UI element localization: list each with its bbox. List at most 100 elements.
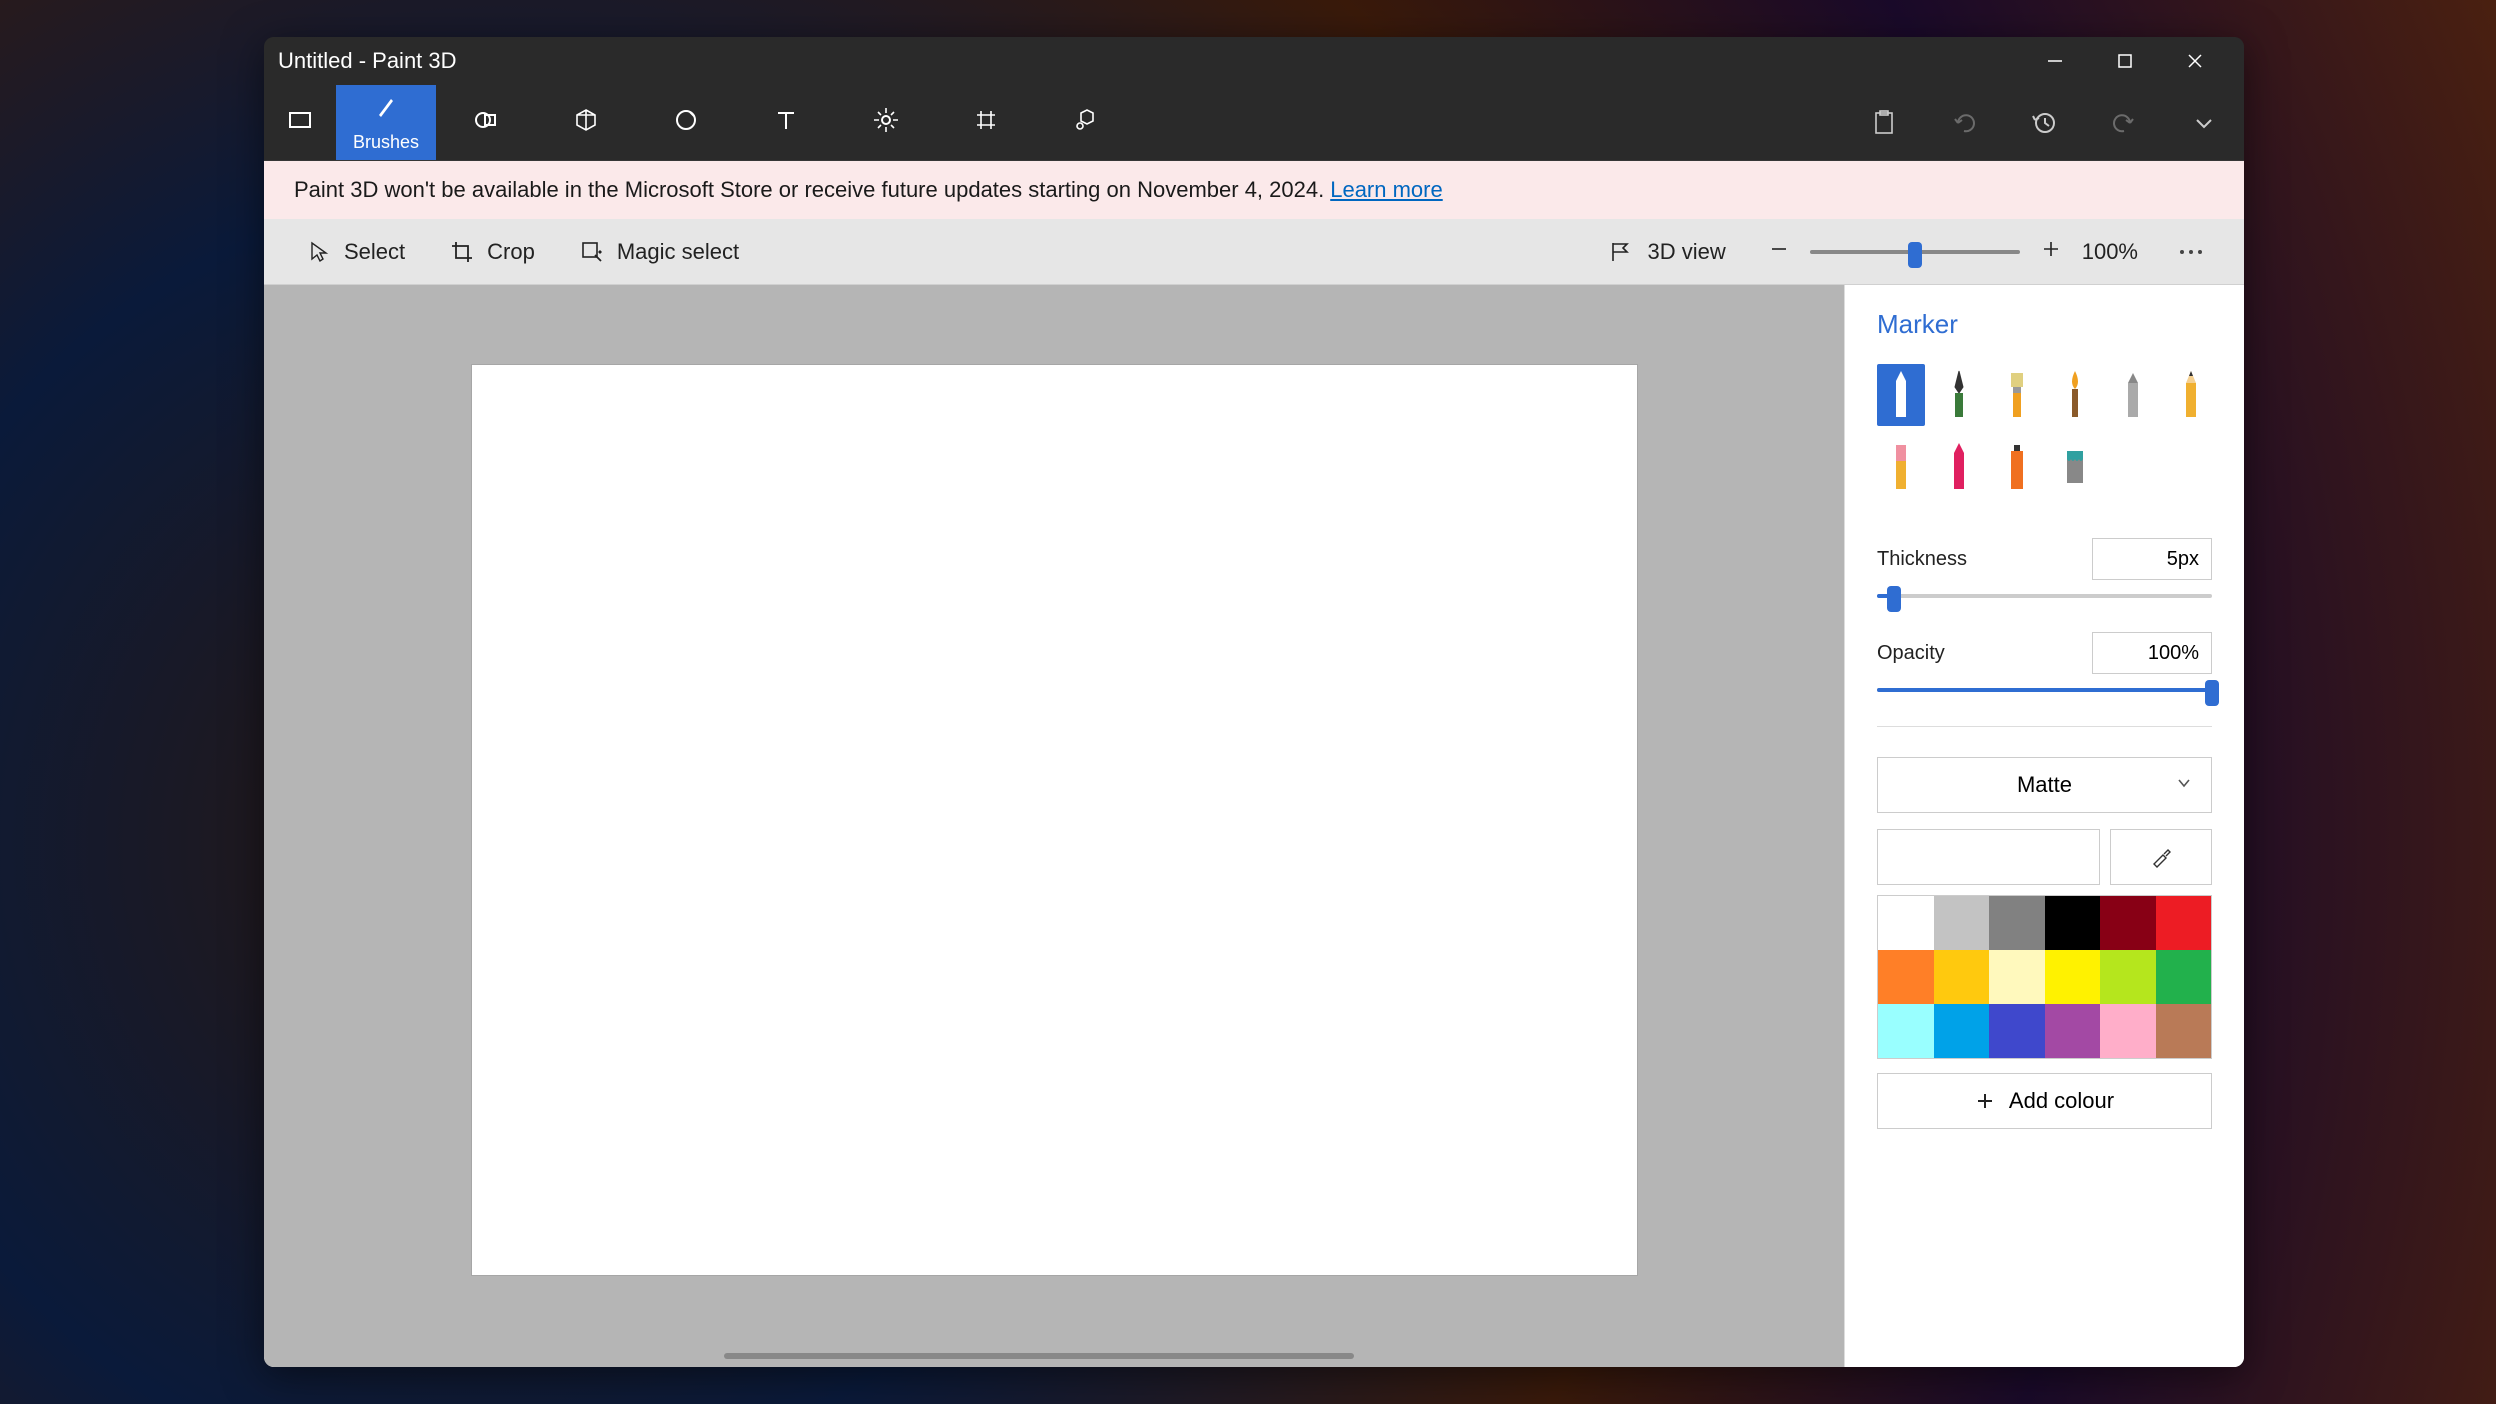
drawing-canvas[interactable]: [472, 365, 1637, 1275]
brush-fill[interactable]: [2051, 436, 2099, 498]
color-swatch[interactable]: [2045, 896, 2101, 950]
color-swatch[interactable]: [2156, 896, 2212, 950]
canvas-icon: [971, 105, 1001, 140]
thickness-input[interactable]: [2092, 538, 2212, 580]
opacity-input[interactable]: [2092, 632, 2212, 674]
color-swatch[interactable]: [2100, 896, 2156, 950]
color-swatch[interactable]: [1934, 1004, 1990, 1058]
effects-icon: [871, 105, 901, 140]
close-button[interactable]: [2160, 37, 2230, 85]
tab-text[interactable]: [736, 85, 836, 160]
banner-text: Paint 3D won't be available in the Micro…: [294, 177, 1324, 203]
brush-eraser[interactable]: [1877, 436, 1925, 498]
thickness-label: Thickness: [1877, 548, 1967, 571]
color-swatch[interactable]: [1934, 950, 1990, 1004]
tab-3d-shapes[interactable]: [536, 85, 636, 160]
color-swatch[interactable]: [1934, 896, 1990, 950]
text-icon: [771, 105, 801, 140]
canvas-viewport[interactable]: [264, 285, 1844, 1367]
opacity-label: Opacity: [1877, 642, 1945, 665]
panel-heading: Marker: [1877, 309, 2212, 340]
horizontal-scrollbar[interactable]: [724, 1353, 1354, 1359]
color-swatch[interactable]: [1878, 1004, 1934, 1058]
color-swatch[interactable]: [2156, 950, 2212, 1004]
crop-icon: [449, 239, 475, 265]
eyedropper-button[interactable]: [2110, 829, 2212, 885]
paste-icon: [1870, 109, 1898, 137]
brush-spray-can[interactable]: [1993, 436, 2041, 498]
brush-oil-brush[interactable]: [1993, 364, 2041, 426]
redo-button[interactable]: [2084, 85, 2164, 160]
add-colour-button[interactable]: Add colour: [1877, 1073, 2212, 1129]
plus-icon: [1975, 1091, 1995, 1111]
color-swatch[interactable]: [1989, 1004, 2045, 1058]
tab-canvas[interactable]: [936, 85, 1036, 160]
color-swatch[interactable]: [2045, 1004, 2101, 1058]
shapes-2d-icon: [471, 105, 501, 140]
zoom-slider[interactable]: [1810, 250, 2020, 254]
color-swatch[interactable]: [1878, 896, 1934, 950]
chevron-down-icon: [2175, 772, 2193, 798]
color-swatch[interactable]: [1989, 950, 2045, 1004]
material-dropdown[interactable]: Matte: [1877, 757, 2212, 813]
current-color-swatch[interactable]: [1877, 829, 2100, 885]
color-palette: [1877, 895, 2212, 1059]
color-swatch[interactable]: [1989, 896, 2045, 950]
workspace: Marker: [264, 285, 2244, 1367]
menu-button[interactable]: [264, 85, 336, 160]
tab-stickers[interactable]: [636, 85, 736, 160]
brush-pixel-pen[interactable]: [2109, 364, 2157, 426]
library-3d-icon: [1071, 105, 1101, 140]
magic-select-tool[interactable]: Magic select: [557, 219, 761, 284]
brush-picker: [1877, 364, 2212, 498]
brush-pencil[interactable]: [2167, 364, 2215, 426]
eyedropper-icon: [2149, 845, 2173, 869]
brush-icon: [371, 93, 401, 128]
brush-watercolor[interactable]: [2051, 364, 2099, 426]
color-swatch[interactable]: [2045, 950, 2101, 1004]
titlebar: Untitled - Paint 3D: [264, 37, 2244, 85]
zoom-controls: 100%: [1748, 238, 2158, 266]
banner-learn-more-link[interactable]: Learn more: [1330, 177, 1443, 203]
color-swatch[interactable]: [2156, 1004, 2212, 1058]
deprecation-banner: Paint 3D won't be available in the Micro…: [264, 161, 2244, 219]
tab-effects[interactable]: [836, 85, 936, 160]
color-swatch[interactable]: [2100, 1004, 2156, 1058]
undo-icon: [1950, 109, 1978, 137]
cursor-icon: [306, 239, 332, 265]
side-panel: Marker: [1844, 285, 2244, 1367]
minimize-button[interactable]: [2020, 37, 2090, 85]
tab-2d-shapes[interactable]: [436, 85, 536, 160]
history-button[interactable]: [2004, 85, 2084, 160]
tab-brushes[interactable]: Brushes: [336, 85, 436, 160]
zoom-out-button[interactable]: [1768, 238, 1790, 266]
brush-crayon[interactable]: [1935, 436, 1983, 498]
opacity-slider[interactable]: [1877, 688, 2212, 692]
redo-icon: [2110, 109, 2138, 137]
shapes-3d-icon: [571, 105, 601, 140]
magic-select-icon: [579, 239, 605, 265]
crop-tool[interactable]: Crop: [427, 219, 557, 284]
thickness-slider[interactable]: [1877, 594, 2212, 598]
expand-ribbon-button[interactable]: [2164, 85, 2244, 160]
thickness-control: Thickness: [1877, 538, 2212, 598]
opacity-control: Opacity: [1877, 632, 2212, 692]
zoom-in-button[interactable]: [2040, 238, 2062, 266]
tab-3d-library[interactable]: [1036, 85, 1136, 160]
maximize-button[interactable]: [2090, 37, 2160, 85]
chevron-down-icon: [2190, 109, 2218, 137]
color-swatch[interactable]: [2100, 950, 2156, 1004]
undo-button[interactable]: [1924, 85, 2004, 160]
brush-calligraphy-pen[interactable]: [1935, 364, 1983, 426]
divider: [1877, 726, 2212, 727]
select-tool[interactable]: Select: [284, 219, 427, 284]
stickers-icon: [671, 105, 701, 140]
color-swatch[interactable]: [1878, 950, 1934, 1004]
zoom-level: 100%: [2082, 239, 2138, 265]
3d-view-toggle[interactable]: 3D view: [1585, 239, 1747, 265]
flag-icon: [1607, 239, 1633, 265]
history-icon: [2030, 109, 2058, 137]
brush-marker[interactable]: [1877, 364, 1925, 426]
more-options-button[interactable]: [2158, 243, 2224, 261]
paste-button[interactable]: [1844, 85, 1924, 160]
